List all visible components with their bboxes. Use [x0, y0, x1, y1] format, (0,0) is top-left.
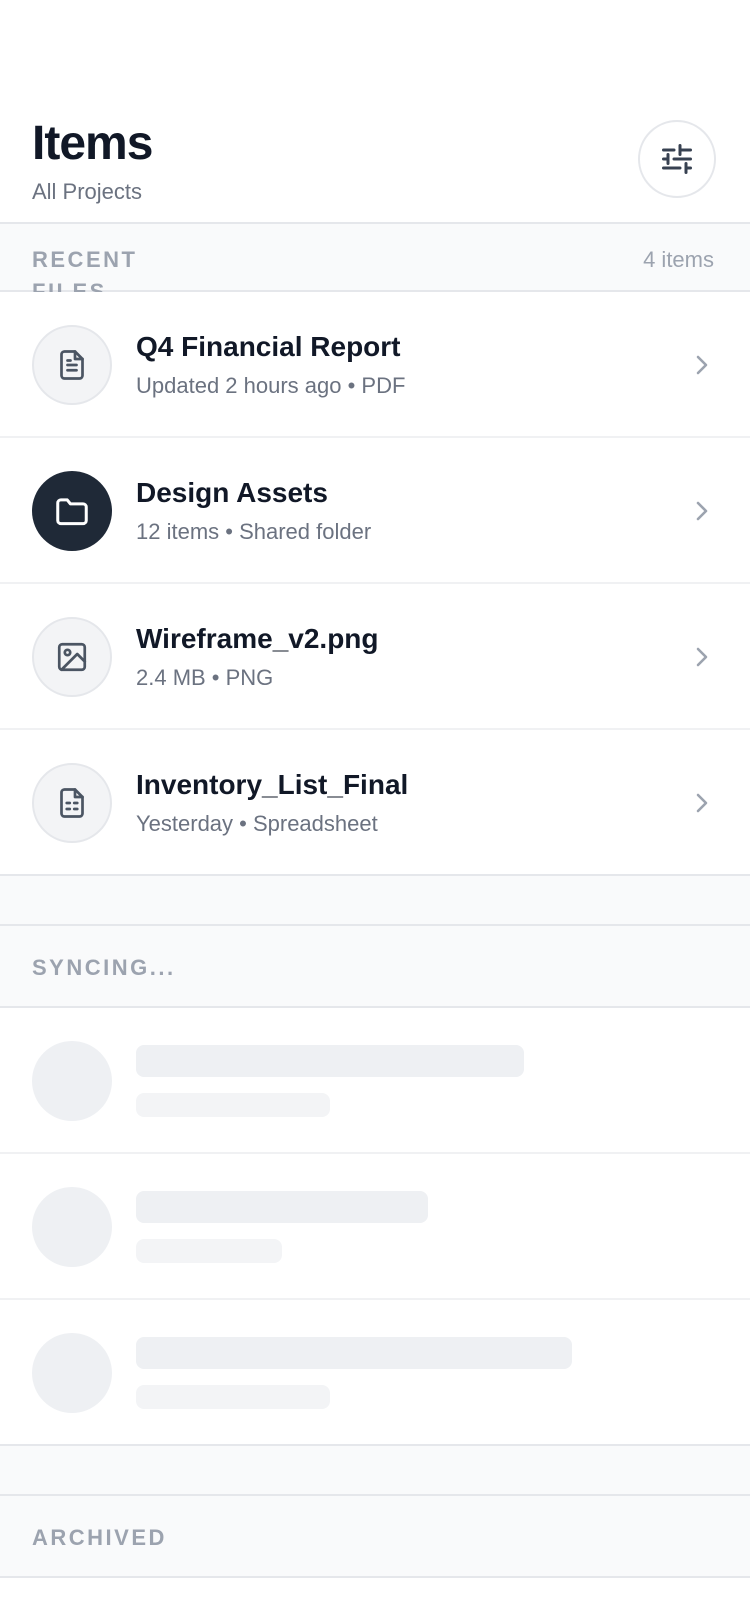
- item-title: Q4 Financial Report: [136, 331, 401, 362]
- items-screen: Items All Projects RECENT FILES 4 items: [0, 0, 750, 1624]
- file-avatar: [32, 617, 112, 697]
- item-title: Inventory_List_Final: [136, 769, 409, 800]
- folder-icon: [56, 498, 88, 526]
- section-header-archived: ARCHIVED: [0, 1494, 750, 1578]
- list-item[interactable]: Q4 Financial Report Updated 2 hours ago …: [0, 292, 750, 438]
- section-spacer: [0, 1446, 750, 1496]
- file-avatar: [32, 763, 112, 843]
- item-title: Design Assets: [136, 477, 328, 508]
- section-header-recent-files: RECENT FILES 4 items: [0, 222, 750, 304]
- chevron-right-icon: [696, 355, 708, 375]
- list-item[interactable]: Design Assets 12 items • Shared folder: [0, 438, 750, 584]
- skeleton-avatar: [32, 1041, 112, 1121]
- skeleton-subtitle: [136, 1093, 330, 1117]
- skeleton-row: [0, 1008, 750, 1154]
- skeleton-title: [136, 1045, 524, 1077]
- list-item[interactable]: Inventory_List_Final Yesterday • Spreads…: [0, 730, 750, 876]
- page-title: Items: [32, 117, 153, 170]
- item-subtitle: 12 items • Shared folder: [136, 519, 372, 544]
- image-icon: [57, 642, 87, 672]
- skeleton-avatar: [32, 1333, 112, 1413]
- skeleton-row: [0, 1300, 750, 1446]
- skeleton-subtitle: [136, 1239, 282, 1263]
- skeleton-title: [136, 1191, 428, 1223]
- file-avatar: [32, 325, 112, 405]
- section-label: SYNCING...: [32, 955, 176, 980]
- skeleton-subtitle: [136, 1385, 330, 1409]
- folder-avatar: [32, 471, 112, 551]
- skeleton-avatar: [32, 1187, 112, 1267]
- chevron-right-icon: [696, 793, 708, 813]
- section-header-syncing: SYNCING...: [0, 924, 750, 1008]
- chevron-right-icon: [696, 647, 708, 667]
- spreadsheet-icon: [60, 788, 84, 818]
- filter-button[interactable]: [638, 120, 716, 198]
- sliders-icon: [662, 144, 692, 174]
- section-label: ARCHIVED: [32, 1525, 167, 1550]
- item-subtitle: 2.4 MB • PNG: [136, 665, 274, 690]
- list-item[interactable]: Wireframe_v2.png 2.4 MB • PNG: [0, 584, 750, 730]
- skeleton-row: [0, 1154, 750, 1300]
- page-subtitle: All Projects: [32, 179, 143, 204]
- item-subtitle: Yesterday • Spreadsheet: [136, 811, 378, 836]
- item-title: Wireframe_v2.png: [136, 623, 379, 654]
- header: Items All Projects: [0, 0, 750, 224]
- document-icon: [60, 350, 84, 380]
- skeleton-title: [136, 1337, 572, 1369]
- section-spacer: [0, 876, 750, 926]
- section-count: 4 items: [643, 247, 714, 272]
- item-subtitle: Updated 2 hours ago • PDF: [136, 373, 406, 398]
- chevron-right-icon: [696, 501, 708, 521]
